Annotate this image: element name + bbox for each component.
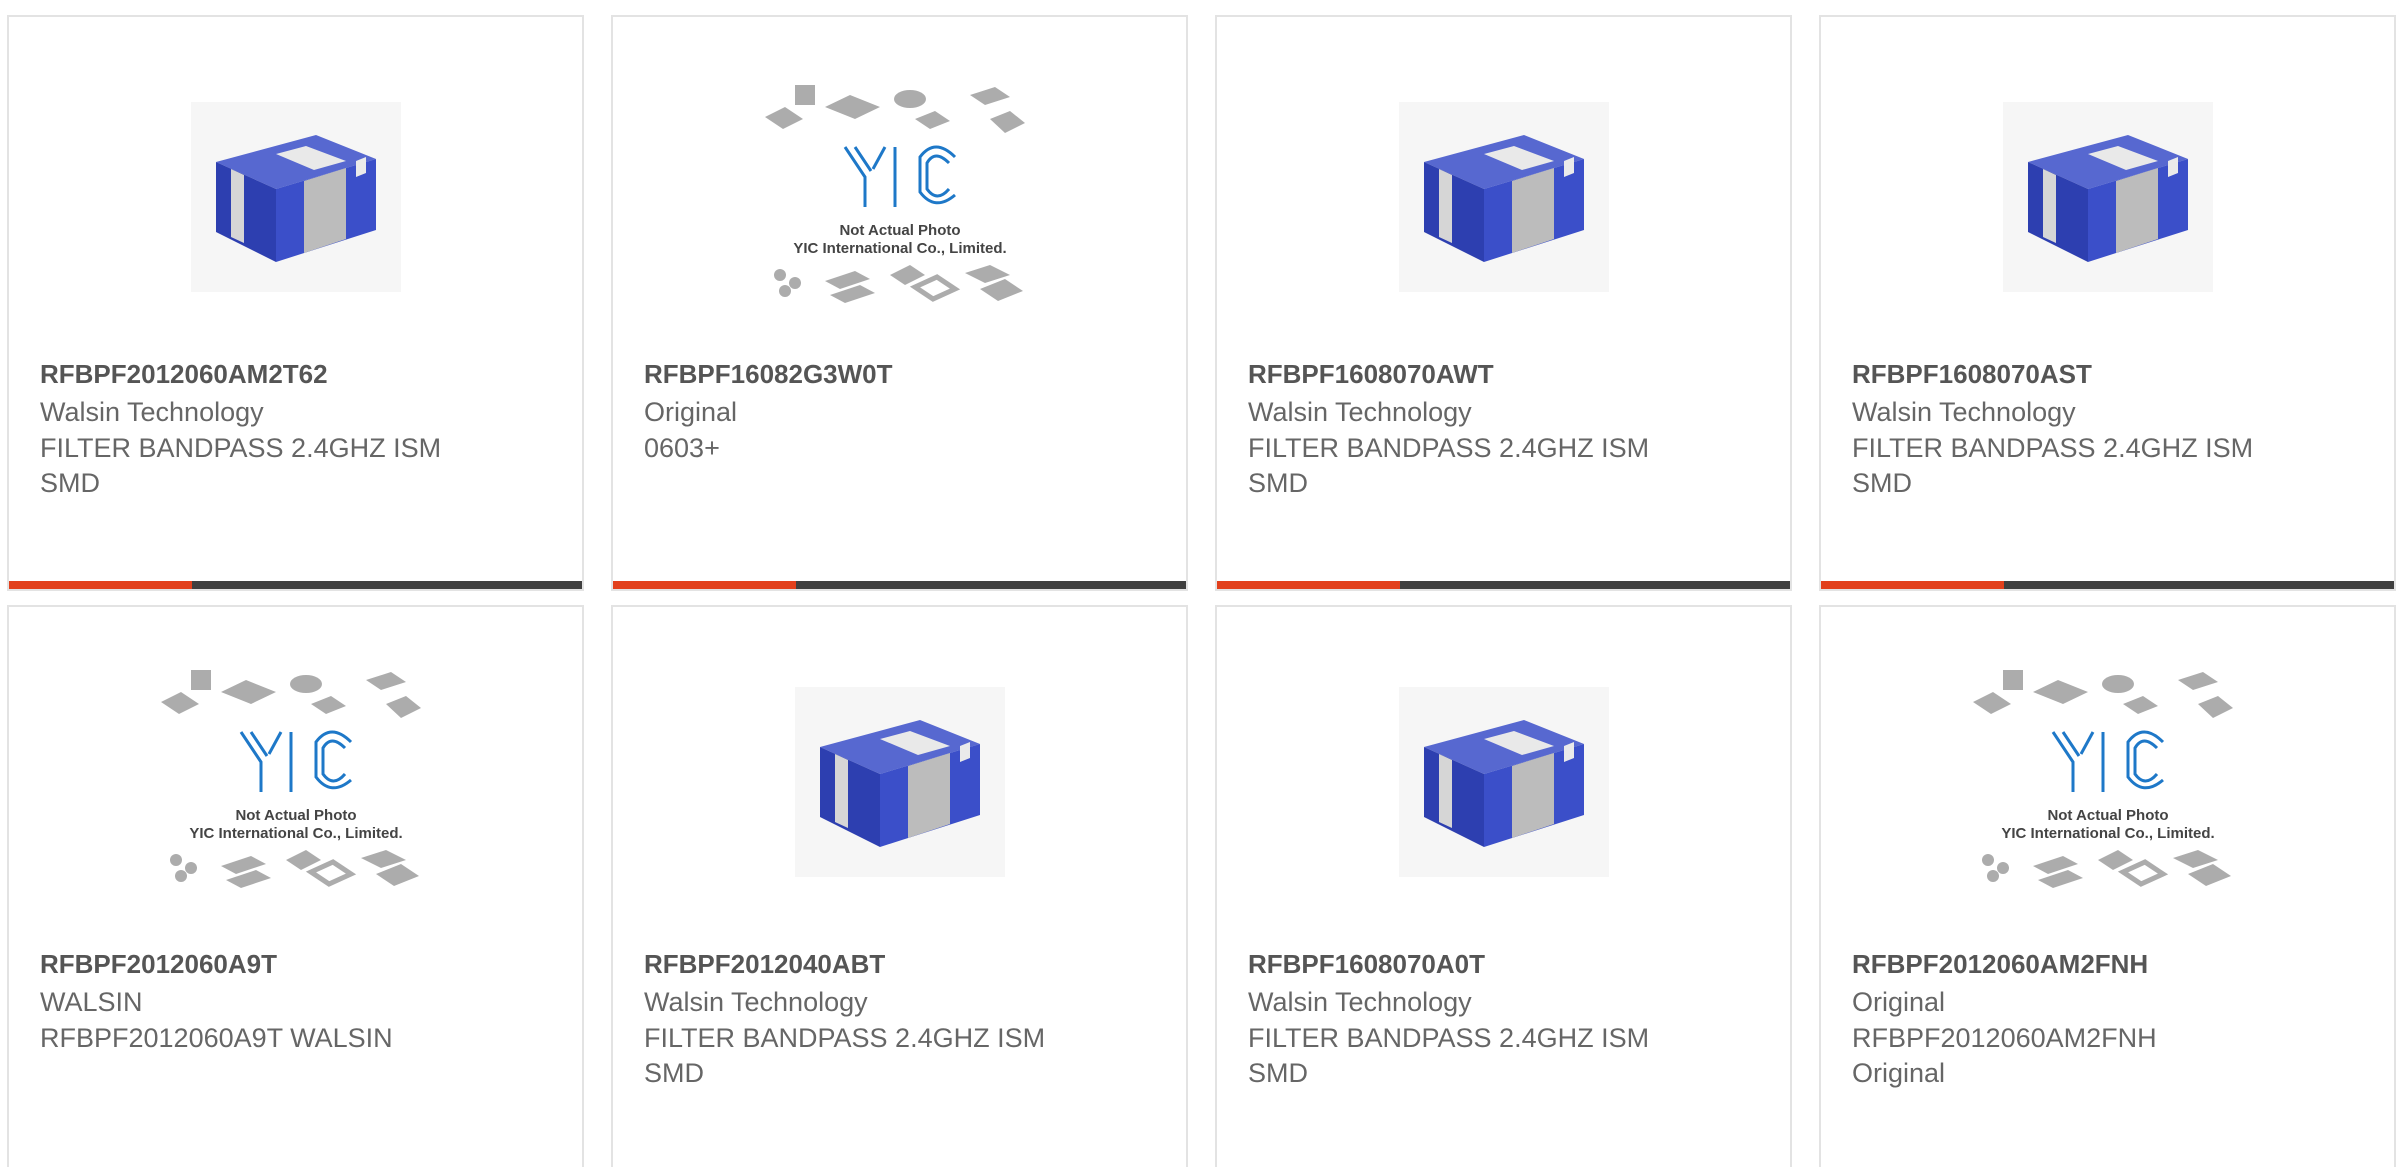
progress-fill: [1821, 581, 2005, 589]
progress-bar: [1217, 581, 1790, 589]
filter-chip-icon: [794, 687, 1005, 877]
manufacturer: Original: [644, 397, 738, 427]
progress-bar: [613, 581, 1186, 589]
package: Original: [1852, 1058, 1946, 1088]
product-image[interactable]: [1821, 77, 2394, 317]
description: FILTER BANDPASS 2.4GHZ ISM: [644, 1023, 1046, 1053]
product-image[interactable]: Not Actual Photo YIC International Co., …: [9, 662, 582, 902]
filter-chip-icon: [1398, 102, 1609, 292]
filter-chip-icon: [1398, 687, 1609, 877]
product-card[interactable]: RFBPF2012060AM2T62 Walsin Technology FIL…: [7, 15, 584, 591]
part-number[interactable]: RFBPF2012060AM2FNH: [1852, 949, 2148, 980]
yic-placeholder-icon: Not Actual Photo YIC International Co., …: [160, 670, 421, 888]
product-image[interactable]: [1217, 662, 1790, 902]
product-image[interactable]: [9, 77, 582, 317]
package: SMD: [1852, 468, 1912, 498]
progress-fill: [613, 581, 797, 589]
product-grid: RFBPF2012060AM2T62 Walsin Technology FIL…: [0, 0, 2400, 1167]
product-image[interactable]: [613, 662, 1186, 902]
progress-fill: [9, 581, 193, 589]
product-card[interactable]: RFBPF1608070A0T Walsin Technology FILTER…: [1215, 605, 1792, 1167]
part-number[interactable]: RFBPF2012060AM2T62: [40, 359, 328, 390]
part-number[interactable]: RFBPF1608070AST: [1852, 359, 2092, 390]
product-card[interactable]: RFBPF1608070AWT Walsin Technology FILTER…: [1215, 15, 1792, 591]
manufacturer: Walsin Technology: [644, 987, 868, 1017]
description: RFBPF2012060A9T WALSIN: [40, 1023, 393, 1053]
description: FILTER BANDPASS 2.4GHZ ISM: [1852, 433, 2254, 463]
product-card[interactable]: Not Actual Photo YIC International Co., …: [1819, 605, 2396, 1167]
yic-placeholder-icon: Not Actual Photo YIC International Co., …: [764, 85, 1025, 303]
product-card[interactable]: Not Actual Photo YIC International Co., …: [7, 605, 584, 1167]
svg-text:Not Actual Photo: Not Actual Photo: [235, 807, 356, 824]
manufacturer: Original: [1852, 987, 1946, 1017]
description: FILTER BANDPASS 2.4GHZ ISM: [1248, 1023, 1650, 1053]
part-number[interactable]: RFBPF16082G3W0T: [644, 359, 893, 390]
manufacturer: Walsin Technology: [1248, 397, 1472, 427]
description: RFBPF2012060AM2FNH: [1852, 1023, 2157, 1053]
package: SMD: [644, 1058, 704, 1088]
manufacturer: Walsin Technology: [1248, 987, 1472, 1017]
manufacturer: Walsin Technology: [1852, 397, 2076, 427]
manufacturer: Walsin Technology: [40, 397, 264, 427]
part-number[interactable]: RFBPF1608070A0T: [1248, 949, 1485, 980]
svg-text:Not Actual Photo: Not Actual Photo: [839, 222, 960, 239]
product-image[interactable]: [1217, 77, 1790, 317]
part-number[interactable]: RFBPF2012060A9T: [40, 949, 277, 980]
package: SMD: [1248, 468, 1308, 498]
progress-fill: [1217, 581, 1401, 589]
part-number[interactable]: RFBPF2012040ABT: [644, 949, 885, 980]
package: SMD: [40, 468, 100, 498]
progress-bar: [9, 581, 582, 589]
package: SMD: [1248, 1058, 1308, 1088]
svg-text:Not Actual Photo: Not Actual Photo: [2047, 807, 2168, 824]
svg-text:YIC International Co., Limited: YIC International Co., Limited.: [189, 825, 402, 842]
filter-chip-icon: [190, 102, 401, 292]
product-card[interactable]: RFBPF1608070AST Walsin Technology FILTER…: [1819, 15, 2396, 591]
part-number[interactable]: RFBPF1608070AWT: [1248, 359, 1494, 390]
progress-bar: [1821, 581, 2394, 589]
product-image[interactable]: Not Actual Photo YIC International Co., …: [1821, 662, 2394, 902]
product-image[interactable]: Not Actual Photo YIC International Co., …: [613, 77, 1186, 317]
description: FILTER BANDPASS 2.4GHZ ISM: [40, 433, 442, 463]
manufacturer: WALSIN: [40, 987, 143, 1017]
filter-chip-icon: [2002, 102, 2213, 292]
yic-placeholder-icon: Not Actual Photo YIC International Co., …: [1972, 670, 2233, 888]
svg-text:YIC International Co., Limited: YIC International Co., Limited.: [2001, 825, 2214, 842]
description: 0603+: [644, 433, 720, 463]
description: FILTER BANDPASS 2.4GHZ ISM: [1248, 433, 1650, 463]
product-card[interactable]: Not Actual Photo YIC International Co., …: [611, 15, 1188, 591]
product-card[interactable]: RFBPF2012040ABT Walsin Technology FILTER…: [611, 605, 1188, 1167]
svg-text:YIC International Co., Limited: YIC International Co., Limited.: [793, 240, 1006, 257]
